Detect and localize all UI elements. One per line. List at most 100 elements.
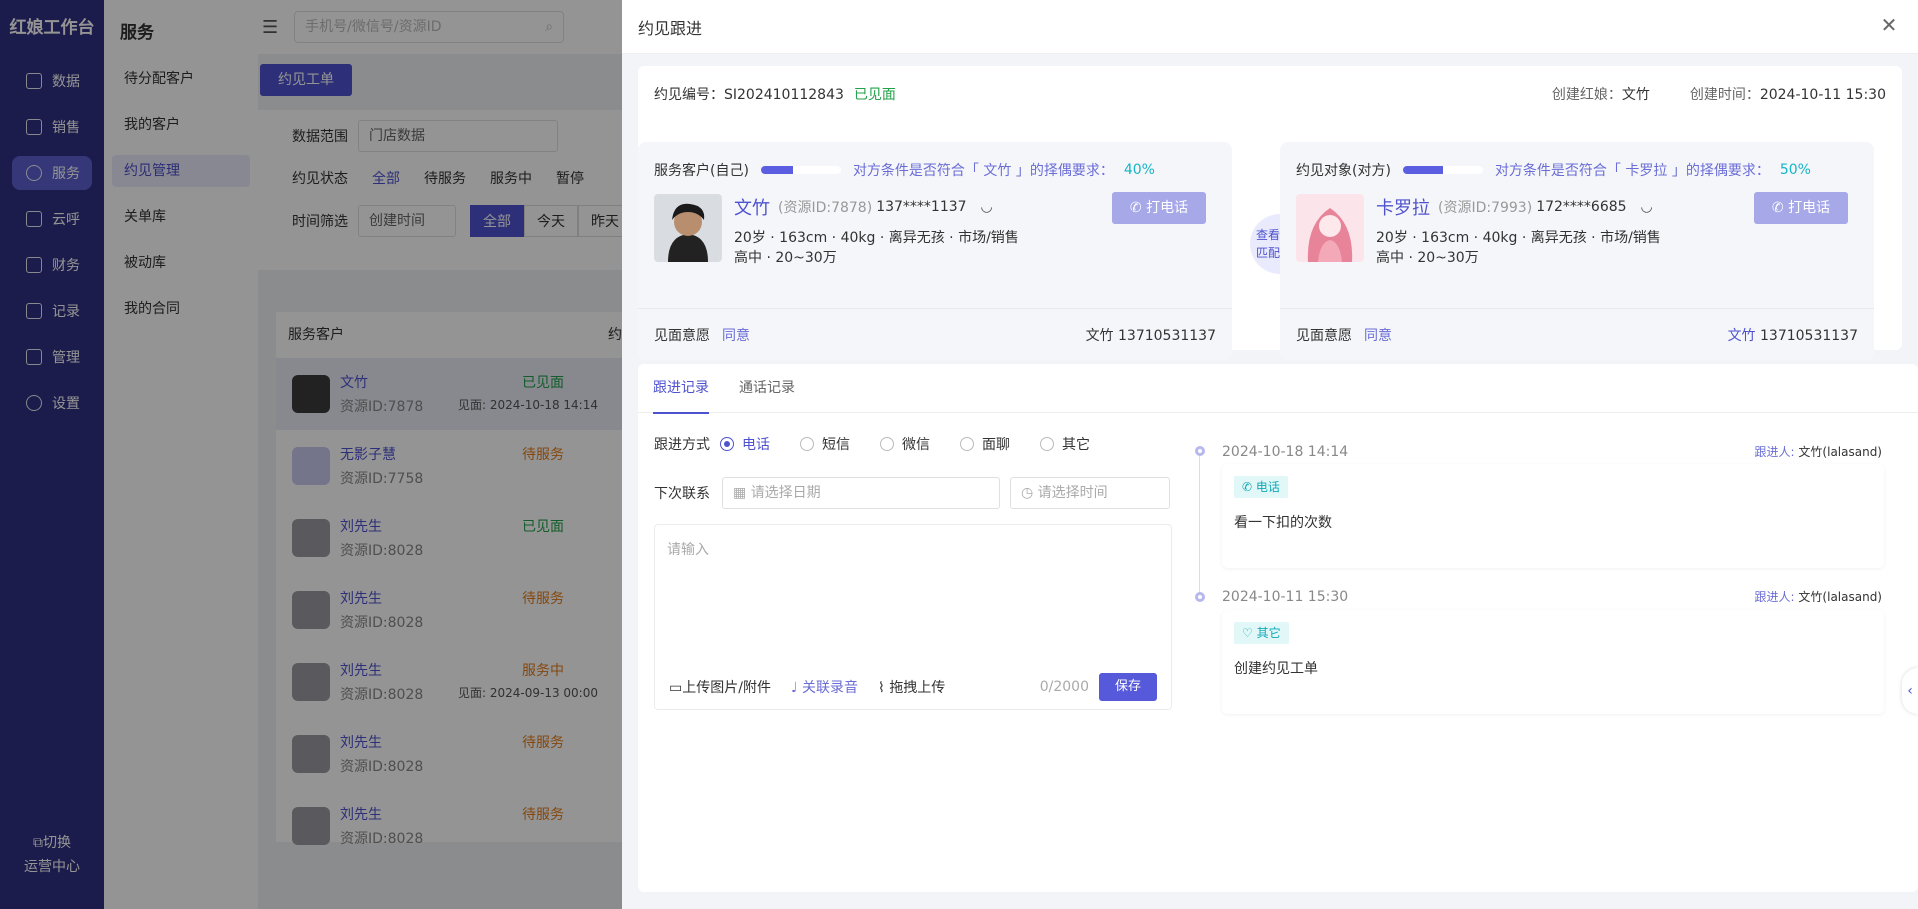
- created-value: 2024-10-11 15:30: [1759, 87, 1886, 103]
- other-match-percent: 50%: [1779, 162, 1811, 178]
- radio-label: 短信: [822, 437, 850, 453]
- meeting-number-label: 约见编号：: [654, 87, 724, 103]
- tag-label: 其它: [1256, 626, 1281, 640]
- next-contact-label: 下次联系: [654, 486, 710, 502]
- tab-followup-records[interactable]: 跟进记录: [653, 370, 709, 414]
- tab-call-records[interactable]: 通话记录: [739, 370, 795, 414]
- close-icon[interactable]: ✕: [1880, 15, 1898, 35]
- drawer-title: 约见跟进: [638, 18, 703, 38]
- method-radio-other[interactable]: 其它: [1040, 434, 1090, 454]
- eye-closed-icon[interactable]: ◡: [981, 199, 993, 215]
- upload-label: 上传图片/附件: [682, 680, 771, 696]
- self-info-line2: 高中 · 20~30万: [734, 250, 837, 266]
- call-button-other[interactable]: ✆ 打电话: [1754, 192, 1848, 224]
- heart-icon: ♡: [1242, 626, 1257, 640]
- other-phone: 172****6685: [1536, 199, 1627, 215]
- self-name[interactable]: 文竹: [734, 194, 770, 220]
- side-expand-handle[interactable]: ‹: [1902, 668, 1918, 714]
- self-card-heading: 服务客户(自己): [654, 163, 749, 179]
- other-info-line1: 20岁 · 163cm · 40kg · 离异无孩 · 市场/销售: [1376, 230, 1661, 246]
- method-radio-sms[interactable]: 短信: [800, 434, 850, 454]
- next-contact-row: 下次联系 ▦ 请选择日期 ◷ 请选择时间: [654, 477, 1170, 509]
- call-label: 打电话: [1146, 200, 1189, 216]
- meeting-number: 约见编号：SI202410112843 已见面: [654, 84, 896, 104]
- self-photo: [654, 194, 722, 262]
- creator-label: 创建红娘：: [1551, 87, 1622, 103]
- other-contact-phone: 13710531137: [1760, 327, 1858, 344]
- calendar-icon: ▦: [733, 485, 751, 501]
- method-tag-phone: ✆ 电话: [1234, 476, 1288, 498]
- modal-overlay[interactable]: [0, 0, 622, 909]
- followup-textarea[interactable]: 请输入 ▭上传图片/附件 ♩ 关联录音 ⌇ 拖拽上传 0/2000 保存: [654, 524, 1172, 710]
- method-row: 跟进方式 电话 短信 微信 面聊 其它: [654, 434, 1120, 454]
- phone-icon: ✆: [1129, 200, 1147, 216]
- time-picker[interactable]: ◷ 请选择时间: [1010, 477, 1170, 509]
- self-info-line1: 20岁 · 163cm · 40kg · 离异无孩 · 市场/销售: [734, 230, 1019, 246]
- char-count: 0/2000: [1039, 679, 1089, 695]
- self-phone: 137****1137: [876, 199, 967, 215]
- timeline-note: 创建约见工单: [1234, 661, 1318, 677]
- other-profile-card: 约见对象(对方) 对方条件是否符合「 卡罗拉 」的择偶要求： 50% 卡罗拉 (资源I…: [1280, 142, 1874, 360]
- radio-label: 面聊: [982, 437, 1010, 453]
- other-requirement-label: 对方条件是否符合「 卡罗拉 」的择偶要求：: [1494, 163, 1770, 179]
- method-radio-wechat[interactable]: 微信: [880, 434, 930, 454]
- timeline-card: ✆ 电话 看一下扣的次数: [1222, 464, 1884, 568]
- date-picker[interactable]: ▦ 请选择日期: [722, 477, 1000, 509]
- follower-label: 跟进人:: [1754, 590, 1795, 604]
- call-button-self[interactable]: ✆ 打电话: [1112, 192, 1206, 224]
- self-resource-id: (资源ID:7878): [778, 200, 873, 216]
- meeting-meta: 创建红娘：文竹 创建时间：2024-10-11 15:30: [1552, 84, 1886, 104]
- followup-tabs: 跟进记录 通话记录: [653, 370, 825, 414]
- phone-icon: ✆: [1771, 200, 1789, 216]
- meeting-followup-drawer: 约见跟进 ✕ 约见编号：SI202410112843 已见面 创建红娘：文竹 创建时…: [622, 0, 1918, 909]
- timeline-time: 2024-10-18 14:14: [1222, 444, 1349, 460]
- method-radio-phone[interactable]: 电话: [720, 434, 770, 454]
- self-willingness-value: 同意: [722, 327, 750, 344]
- self-match-progress: [760, 166, 841, 174]
- time-placeholder: 请选择时间: [1037, 485, 1108, 501]
- app-root: 红娘工作台 数据 销售 服务 云呼 财务 记录 管理 设置 ⧉切换 运营中心 服…: [0, 0, 1918, 909]
- call-label: 打电话: [1788, 200, 1831, 216]
- other-name[interactable]: 卡罗拉: [1376, 194, 1430, 220]
- timeline-card: ♡ 其它 创建约见工单: [1222, 610, 1884, 714]
- timeline-note: 看一下扣的次数: [1234, 515, 1332, 531]
- timeline-line: [1199, 450, 1200, 600]
- meeting-status-badge: 已见面: [853, 87, 896, 103]
- method-label: 跟进方式: [654, 437, 710, 453]
- other-match-progress: [1402, 166, 1483, 174]
- creator-value: 文竹: [1621, 87, 1650, 103]
- timeline-follower: 跟进人: 文竹(lalasand): [1755, 588, 1882, 605]
- link-recording-button[interactable]: ♩ 关联录音: [791, 677, 858, 697]
- textarea-placeholder: 请输入: [667, 542, 709, 558]
- radio-label: 其它: [1062, 437, 1090, 453]
- other-willingness-value: 同意: [1364, 327, 1392, 344]
- microphone-icon: ♩: [790, 680, 803, 696]
- follower-name: 文竹(lalasand): [1798, 590, 1882, 604]
- save-button[interactable]: 保存: [1098, 673, 1157, 701]
- clock-icon: ◷: [1021, 485, 1038, 501]
- timeline-time: 2024-10-11 15:30: [1222, 589, 1349, 605]
- self-requirement-label: 对方条件是否符合「 文竹 」的择偶要求：: [852, 163, 1114, 179]
- meeting-info-card: 约见编号：SI202410112843 已见面 创建红娘：文竹 创建时间：2024-…: [638, 66, 1902, 360]
- other-info-line2: 高中 · 20~30万: [1376, 250, 1479, 266]
- self-profile-card: 服务客户(自己) 对方条件是否符合「 文竹 」的择偶要求： 40% 文竹 (资源ID:…: [638, 142, 1232, 360]
- record-label: 关联录音: [802, 680, 859, 696]
- timeline-dot: [1195, 592, 1205, 602]
- drag-upload-button[interactable]: ⌇ 拖拽上传: [878, 677, 945, 697]
- other-willingness-label: 见面意愿: [1296, 327, 1352, 344]
- textarea-toolbar: ▭上传图片/附件 ♩ 关联录音 ⌇ 拖拽上传 0/2000 保存: [655, 665, 1171, 709]
- other-contact-name[interactable]: 文竹: [1728, 328, 1756, 344]
- drag-label: 拖拽上传: [889, 680, 946, 696]
- paperclip-icon: ⌇: [878, 680, 890, 696]
- eye-closed-icon[interactable]: ◡: [1641, 199, 1653, 215]
- timeline-dot: [1195, 446, 1205, 456]
- self-contact: 文竹 13710531137: [1085, 327, 1216, 344]
- other-resource-id: (资源ID:7993): [1438, 200, 1533, 216]
- timeline-follower: 跟进人: 文竹(lalasand): [1755, 443, 1882, 460]
- meeting-number-value: SI202410112843: [724, 87, 844, 103]
- phone-icon: ✆: [1242, 480, 1256, 494]
- method-radio-face[interactable]: 面聊: [960, 434, 1010, 454]
- upload-attachment-button[interactable]: ▭上传图片/附件: [669, 677, 771, 697]
- tag-label: 电话: [1255, 480, 1280, 494]
- follower-name: 文竹(lalasand): [1798, 445, 1882, 459]
